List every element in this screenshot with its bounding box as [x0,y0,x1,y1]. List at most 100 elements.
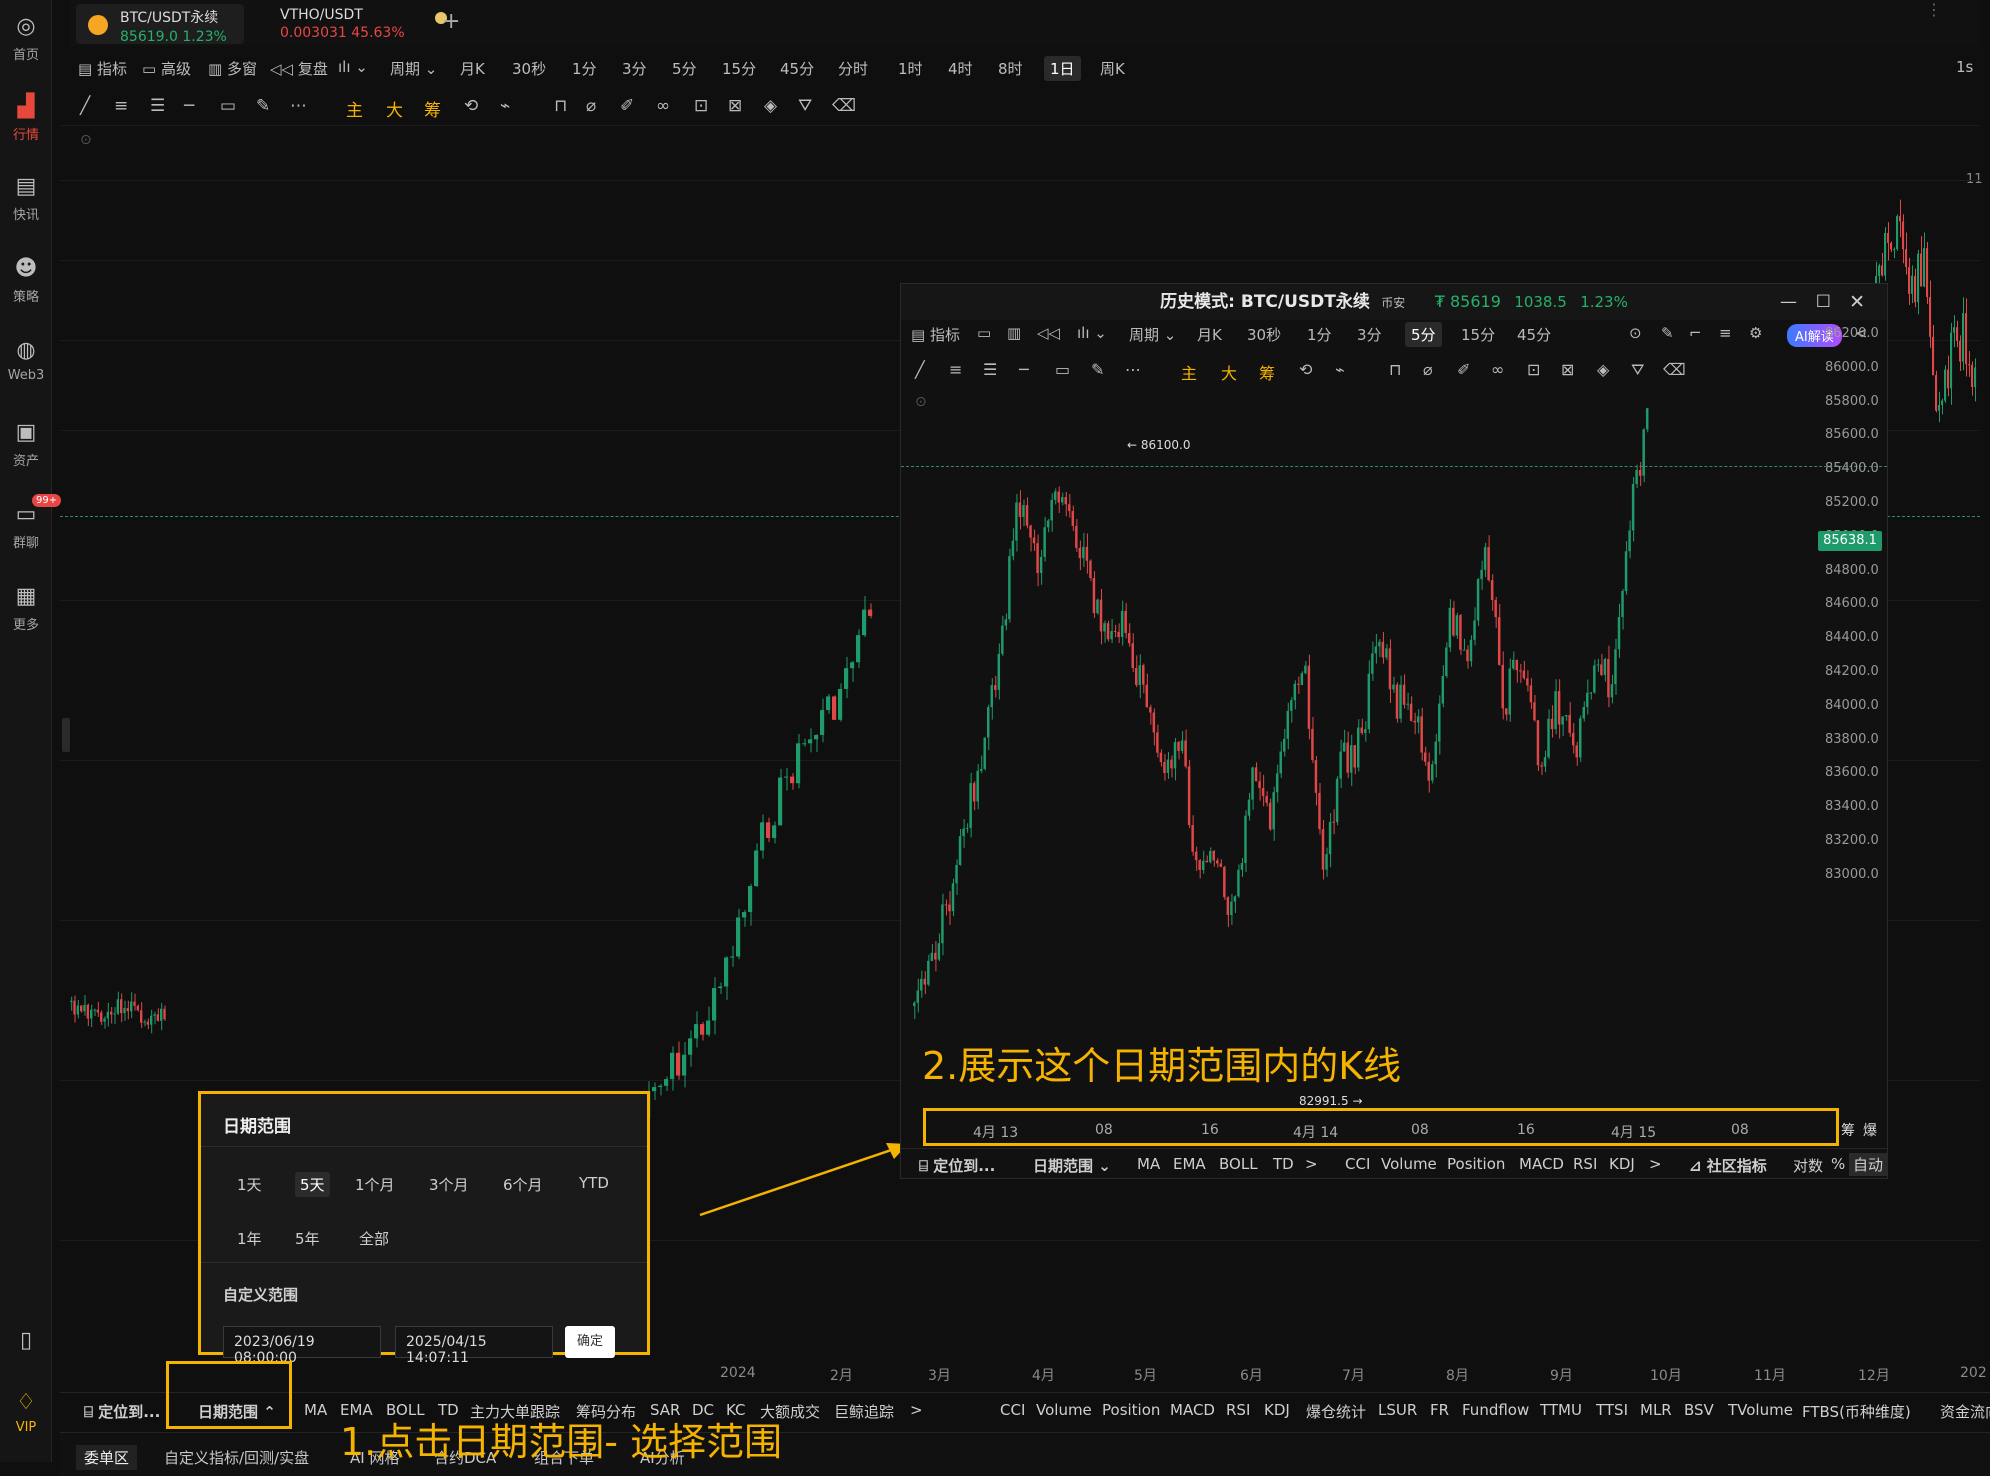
indicator-macd[interactable]: MACD [1170,1401,1215,1419]
close-icon[interactable]: ✕ [1849,284,1865,320]
start-date-field[interactable]: 2023/06/19 08:00:00 [223,1326,381,1366]
indicator-capital-flow[interactable]: 资金流向 [1940,1401,1990,1422]
locate-button[interactable]: ⌸ 定位到... [84,1401,160,1422]
window-menu-icon[interactable]: ⋮ [1926,0,1942,28]
period-4h[interactable]: 4时 [948,58,973,79]
indicator-volume[interactable]: Volume [1381,1155,1437,1173]
chips-button[interactable]: 筹 [424,96,441,121]
sidebar-item-home[interactable]: ◎ 首页 [0,14,52,63]
brush-icon[interactable]: ✎ [256,96,270,116]
horizontal-lines-icon[interactable]: ☰ [150,96,165,116]
indicator-tvolume[interactable]: TVolume [1728,1401,1793,1419]
indicator-position[interactable]: Position [1447,1155,1505,1173]
eraser-icon[interactable]: ◈ [764,96,777,116]
indicator-rsi[interactable]: RSI [1226,1401,1250,1419]
period-1m[interactable]: 1分 [572,58,597,79]
confirm-button[interactable]: 确定 [565,1326,615,1358]
period-1d[interactable]: 1日 [1044,56,1081,81]
liquidation-toggle[interactable]: 爆 [1863,1120,1877,1140]
indicator-fundflow[interactable]: Fundflow [1462,1401,1529,1419]
mobile-button[interactable]: ▯ [0,1328,52,1358]
period-weekly[interactable]: 周K [1100,58,1125,79]
range-1y[interactable]: 1年 [237,1228,262,1249]
range-5d[interactable]: 5天 [295,1172,330,1197]
tab-custom-indicators[interactable]: 自定义指标/回测/实盘 [164,1447,309,1468]
period-45m[interactable]: 45分 [780,58,814,79]
ruler-icon[interactable]: ⌀ [586,96,596,116]
community-indicator-button[interactable]: ⊿ 社区指标 [1689,1155,1767,1176]
clear-draw-icon[interactable]: ⌁ [500,96,510,116]
expand-indicators-icon[interactable]: > [910,1401,923,1419]
vip-button[interactable]: ♢ VIP [0,1390,52,1435]
range-ytd[interactable]: YTD [579,1174,609,1192]
filter-icon[interactable]: ⛛ [798,96,812,116]
parallel-lines-icon[interactable]: ≡ [114,96,128,116]
period-8h[interactable]: 8时 [998,58,1023,79]
range-3m[interactable]: 3个月 [429,1174,469,1195]
indicator-macd[interactable]: MACD [1519,1155,1564,1173]
indicator-position[interactable]: Position [1102,1401,1160,1419]
indicator-bsv[interactable]: BSV [1684,1401,1714,1419]
indicator-mlr[interactable]: MLR [1640,1401,1672,1419]
chips-toggle[interactable]: 筹 [1841,1120,1855,1140]
indicator-ema[interactable]: EMA [1173,1155,1206,1173]
horizontal-line-icon[interactable]: ─ [184,96,194,116]
sidebar-item-strategy[interactable]: ☻ 策略 [0,256,52,305]
period-5m[interactable]: 5分 [672,58,697,79]
add-tab-button[interactable]: + [432,6,470,46]
indicator-rsi[interactable]: RSI [1573,1155,1597,1173]
period-1h[interactable]: 1时 [898,58,923,79]
indicator-boll[interactable]: BOLL [1219,1155,1258,1173]
indicator-ftbs[interactable]: FTBS(币种维度) [1802,1401,1911,1422]
log-scale-toggle[interactable]: 对数 [1793,1155,1823,1176]
sidebar-item-more[interactable]: ▦ 更多 [0,584,52,633]
indicator-ttsi[interactable]: TTSI [1596,1401,1628,1419]
indicator-liquidation[interactable]: 爆仓统计 [1306,1401,1366,1422]
indicator-cci[interactable]: CCI [1000,1401,1025,1419]
period-30s[interactable]: 30秒 [512,58,546,79]
line-tool-icon[interactable]: ╱ [80,96,90,116]
refresh-interval[interactable]: 1s [1956,58,1973,76]
indicator-td[interactable]: TD [1273,1155,1294,1173]
lock-icon[interactable]: ⊡ [694,96,708,116]
sidebar-item-chat[interactable]: ▭ 群聊 99+ [0,494,62,551]
period-15m[interactable]: 15分 [722,58,756,79]
expand-indicators-icon[interactable]: > [1305,1155,1318,1173]
range-1d[interactable]: 1天 [237,1174,262,1195]
minimize-icon[interactable]: — [1780,284,1797,320]
indicator-kdj[interactable]: KDJ [1609,1155,1635,1173]
more-tools-icon[interactable]: ⋯ [290,96,307,116]
indicator-button[interactable]: ▤ 指标 [78,58,127,79]
period-monthly[interactable]: 月K [460,58,485,79]
tab-vtho-usdt[interactable]: VTHO/USDT 0.003031 45.63% [250,4,460,44]
end-date-field[interactable]: 2025/04/15 14:07:11 [395,1326,553,1366]
advanced-button[interactable]: ▭ 高级 [142,58,191,79]
sidebar-item-assets[interactable]: ▣ 资产 [0,420,52,469]
period-3m[interactable]: 3分 [622,58,647,79]
range-5y[interactable]: 5年 [295,1228,320,1249]
chart-type-button[interactable]: ılı ⌄ [338,58,368,76]
multi-window-button[interactable]: ▥ 多窗 [208,58,257,79]
indicator-ttmu[interactable]: TTMU [1540,1401,1582,1419]
locate-button[interactable]: ⌸ 定位到... [919,1155,995,1176]
percent-toggle[interactable]: % [1831,1155,1845,1173]
range-all[interactable]: 全部 [359,1228,389,1249]
range-6m[interactable]: 6个月 [503,1174,543,1195]
expand-more-icon[interactable]: > [1649,1155,1662,1173]
sidebar-collapse-handle[interactable] [62,718,70,752]
sidebar-item-web3[interactable]: ◍ Web3 [0,338,52,383]
magnet-icon[interactable]: ⊓ [554,96,567,116]
indicator-fr[interactable]: FR [1430,1401,1449,1419]
indicator-whale[interactable]: 巨鲸追踪 [834,1401,894,1422]
auto-scale-toggle[interactable]: 自动 [1849,1153,1888,1176]
tab-btc-usdt[interactable]: BTC/USDT永续 85619.0 1.23% [76,4,244,45]
trash-icon[interactable]: ⌫ [832,96,856,116]
link-icon[interactable]: ∞ [656,96,670,116]
date-range-button[interactable]: 日期范围 ⌄ [1033,1155,1111,1176]
indicator-lsur[interactable]: LSUR [1378,1401,1417,1419]
tab-orders[interactable]: 委单区 [76,1445,138,1470]
sync-icon[interactable]: ⟲ [464,96,478,116]
sidebar-item-market[interactable]: ▟ 行情 [0,94,52,143]
history-candlestick-chart[interactable] [901,324,1811,1124]
range-1m[interactable]: 1个月 [355,1174,395,1195]
